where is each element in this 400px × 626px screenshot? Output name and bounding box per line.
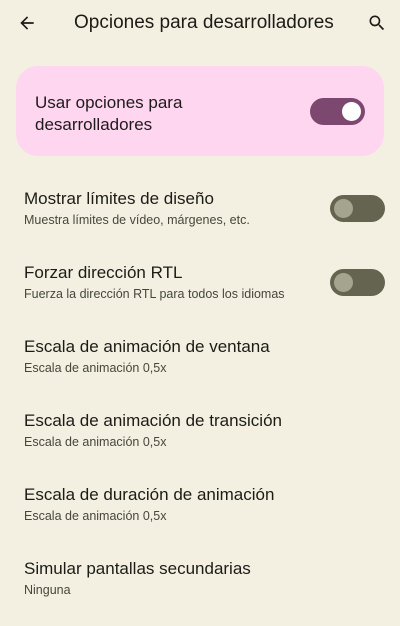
- arrow-back-icon: [20, 16, 34, 30]
- setting-summary: Escala de animación 0,5x: [24, 361, 167, 375]
- use-developer-options-label: Usar opciones para desarrolladores: [35, 93, 183, 134]
- setting-title: Mostrar límites de diseño: [24, 189, 214, 208]
- show-layout-bounds-switch[interactable]: [330, 195, 385, 222]
- setting-title: Forzar dirección RTL: [24, 263, 183, 282]
- setting-summary: Muestra límites de vídeo, márgenes, etc.: [24, 213, 250, 227]
- setting-transition-animation-scale[interactable]: Escala de animación de transición Escala…: [0, 410, 400, 478]
- setting-title: Escala de animación de transición: [24, 411, 282, 430]
- setting-summary: Escala de animación 0,5x: [24, 435, 167, 449]
- setting-summary: Fuerza la dirección RTL para todos los i…: [24, 287, 285, 301]
- setting-simulate-secondary-displays[interactable]: Simular pantallas secundarias Ninguna: [0, 558, 400, 626]
- search-icon: [369, 15, 385, 31]
- search-button[interactable]: [362, 8, 392, 38]
- setting-title: Escala de duración de animación: [24, 485, 275, 504]
- back-button[interactable]: [12, 8, 42, 38]
- switch-thumb: [342, 102, 361, 121]
- top-app-bar: Opciones para desarrolladores: [0, 0, 400, 46]
- setting-show-layout-bounds[interactable]: Mostrar límites de diseño Muestra límite…: [0, 188, 400, 256]
- setting-summary: Escala de animación 0,5x: [24, 509, 167, 523]
- setting-window-animation-scale[interactable]: Escala de animación de ventana Escala de…: [0, 336, 400, 404]
- page-title: Opciones para desarrolladores: [74, 12, 334, 33]
- setting-summary: Ninguna: [24, 583, 71, 597]
- setting-title: Simular pantallas secundarias: [24, 559, 251, 578]
- use-developer-options-switch[interactable]: [310, 98, 365, 125]
- switch-thumb: [334, 273, 353, 292]
- setting-title: Escala de animación de ventana: [24, 337, 270, 356]
- setting-force-rtl[interactable]: Forzar dirección RTL Fuerza la dirección…: [0, 262, 400, 330]
- switch-thumb: [334, 199, 353, 218]
- setting-animator-duration-scale[interactable]: Escala de duración de animación Escala d…: [0, 484, 400, 552]
- force-rtl-switch[interactable]: [330, 269, 385, 296]
- use-developer-options-card[interactable]: Usar opciones para desarrolladores: [16, 66, 384, 156]
